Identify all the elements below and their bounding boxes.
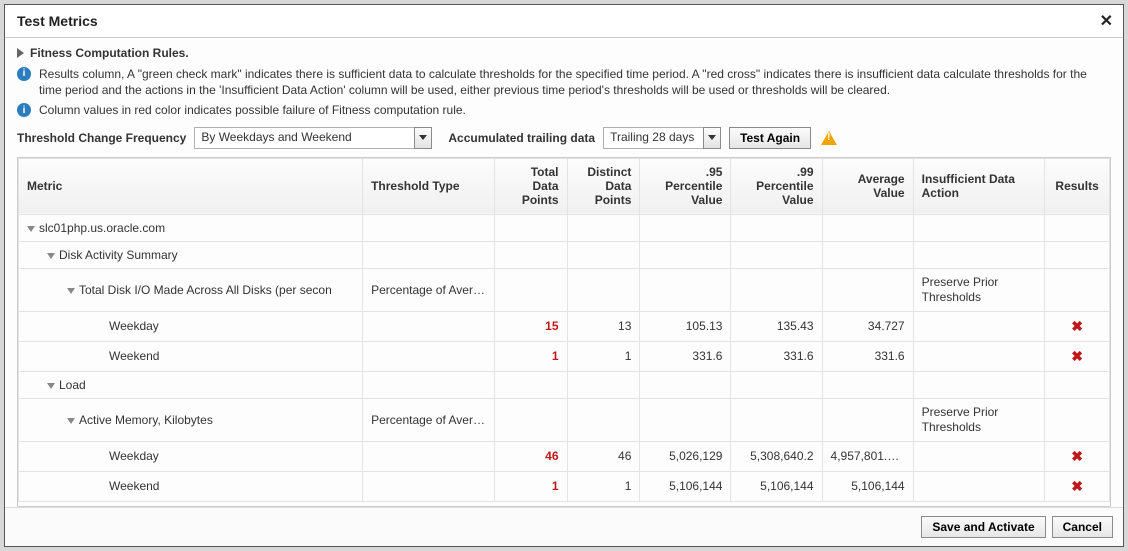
- col-p99[interactable]: .99 Percentile Value: [731, 158, 822, 214]
- trailing-data-value: Trailing 28 days: [603, 127, 703, 149]
- metrics-table-wrap[interactable]: Metric Threshold Type Total Data Points …: [17, 157, 1111, 507]
- table-header-row: Metric Threshold Type Total Data Points …: [19, 158, 1110, 214]
- p99: 135.43: [731, 311, 822, 341]
- distinct-points: 1: [567, 341, 640, 371]
- test-again-button[interactable]: Test Again: [729, 127, 811, 149]
- col-metric[interactable]: Metric: [19, 158, 363, 214]
- tree-row-group[interactable]: Load: [19, 371, 1110, 398]
- info-icon: i: [17, 67, 31, 81]
- chevron-down-icon[interactable]: [47, 383, 55, 389]
- metric-label: Total Disk I/O Made Across All Disks (pe…: [79, 283, 332, 297]
- col-threshold-type[interactable]: Threshold Type: [363, 158, 495, 214]
- threshold-type: Percentage of Aver…: [363, 398, 495, 441]
- host-label: slc01php.us.oracle.com: [39, 221, 165, 235]
- insufficient-action: Preserve Prior Thresholds: [913, 398, 1045, 441]
- p95: 5,026,129: [640, 441, 731, 471]
- tree-row-metric[interactable]: Active Memory, Kilobytes Percentage of A…: [19, 398, 1110, 441]
- p95: 331.6: [640, 341, 731, 371]
- info-icon: i: [17, 103, 31, 117]
- trailing-data-select[interactable]: Trailing 28 days: [603, 127, 721, 149]
- fitness-rules-toggle[interactable]: Fitness Computation Rules.: [17, 46, 1111, 60]
- p99: 5,106,144: [731, 471, 822, 501]
- avg: 331.6: [822, 341, 913, 371]
- chevron-down-icon[interactable]: [67, 418, 75, 424]
- info-text-1: Results column, A "green check mark" ind…: [39, 66, 1111, 98]
- distinct-points: 1: [567, 471, 640, 501]
- cancel-button[interactable]: Cancel: [1052, 516, 1113, 538]
- period-label: Weekend: [19, 471, 363, 501]
- p95: 105.13: [640, 311, 731, 341]
- chevron-right-icon: [17, 48, 24, 58]
- tree-row-host[interactable]: slc01php.us.oracle.com: [19, 214, 1110, 241]
- total-points: 1: [494, 341, 567, 371]
- table-row: Weekend 1 1 5,106,144 5,106,144 5,106,14…: [19, 471, 1110, 501]
- p99: 331.6: [731, 341, 822, 371]
- tree-row-group[interactable]: Disk Activity Summary: [19, 241, 1110, 268]
- threshold-freq-label: Threshold Change Frequency: [17, 131, 186, 145]
- test-metrics-dialog: Test Metrics ✕ Fitness Computation Rules…: [4, 4, 1124, 547]
- metric-label: Active Memory, Kilobytes: [79, 413, 213, 427]
- p95: 5,106,144: [640, 471, 731, 501]
- fail-icon: ✖: [1071, 348, 1083, 364]
- controls-row: Threshold Change Frequency By Weekdays a…: [17, 127, 1111, 149]
- metrics-table: Metric Threshold Type Total Data Points …: [18, 158, 1110, 502]
- col-results[interactable]: Results: [1045, 158, 1110, 214]
- table-row: Weekend 1 1 331.6 331.6 331.6 ✖: [19, 341, 1110, 371]
- avg: 4,957,801.652: [822, 441, 913, 471]
- chevron-down-icon[interactable]: [703, 127, 721, 149]
- warning-icon: [821, 131, 837, 145]
- close-icon[interactable]: ✕: [1100, 11, 1113, 31]
- avg: 34.727: [822, 311, 913, 341]
- col-p95[interactable]: .95 Percentile Value: [640, 158, 731, 214]
- info-line-2: i Column values in red color indicates p…: [17, 102, 1111, 118]
- threshold-type: Percentage of Aver…: [363, 268, 495, 311]
- threshold-freq-value: By Weekdays and Weekend: [194, 127, 414, 149]
- avg: 5,106,144: [822, 471, 913, 501]
- period-label: Weekend: [19, 341, 363, 371]
- total-points: 1: [494, 471, 567, 501]
- period-label: Weekday: [19, 441, 363, 471]
- fitness-rules-label: Fitness Computation Rules.: [30, 46, 189, 60]
- group-label: Load: [59, 378, 86, 392]
- chevron-down-icon[interactable]: [67, 288, 75, 294]
- trailing-data-label: Accumulated trailing data: [448, 131, 595, 145]
- period-label: Weekday: [19, 311, 363, 341]
- distinct-points: 13: [567, 311, 640, 341]
- col-insufficient-action[interactable]: Insufficient Data Action: [913, 158, 1045, 214]
- tree-row-metric[interactable]: Total Disk I/O Made Across All Disks (pe…: [19, 268, 1110, 311]
- table-row: Weekday 15 13 105.13 135.43 34.727 ✖: [19, 311, 1110, 341]
- col-avg[interactable]: Average Value: [822, 158, 913, 214]
- distinct-points: 46: [567, 441, 640, 471]
- save-activate-button[interactable]: Save and Activate: [921, 516, 1045, 538]
- info-text-2: Column values in red color indicates pos…: [39, 102, 466, 118]
- p99: 5,308,640.2: [731, 441, 822, 471]
- fail-icon: ✖: [1071, 478, 1083, 494]
- titlebar: Test Metrics ✕: [5, 5, 1123, 38]
- fail-icon: ✖: [1071, 318, 1083, 334]
- dialog-title: Test Metrics: [17, 13, 98, 29]
- total-points: 15: [494, 311, 567, 341]
- threshold-freq-select[interactable]: By Weekdays and Weekend: [194, 127, 432, 149]
- col-total-points[interactable]: Total Data Points: [494, 158, 567, 214]
- dialog-footer: Save and Activate Cancel: [5, 507, 1123, 546]
- total-points: 46: [494, 441, 567, 471]
- insufficient-action: Preserve Prior Thresholds: [913, 268, 1045, 311]
- info-line-1: i Results column, A "green check mark" i…: [17, 66, 1111, 98]
- chevron-down-icon[interactable]: [47, 253, 55, 259]
- table-row: Weekday 46 46 5,026,129 5,308,640.2 4,95…: [19, 441, 1110, 471]
- fail-icon: ✖: [1071, 448, 1083, 464]
- col-distinct-points[interactable]: Distinct Data Points: [567, 158, 640, 214]
- group-label: Disk Activity Summary: [59, 248, 178, 262]
- dialog-body: Fitness Computation Rules. i Results col…: [5, 38, 1123, 507]
- chevron-down-icon[interactable]: [414, 127, 432, 149]
- chevron-down-icon[interactable]: [27, 226, 35, 232]
